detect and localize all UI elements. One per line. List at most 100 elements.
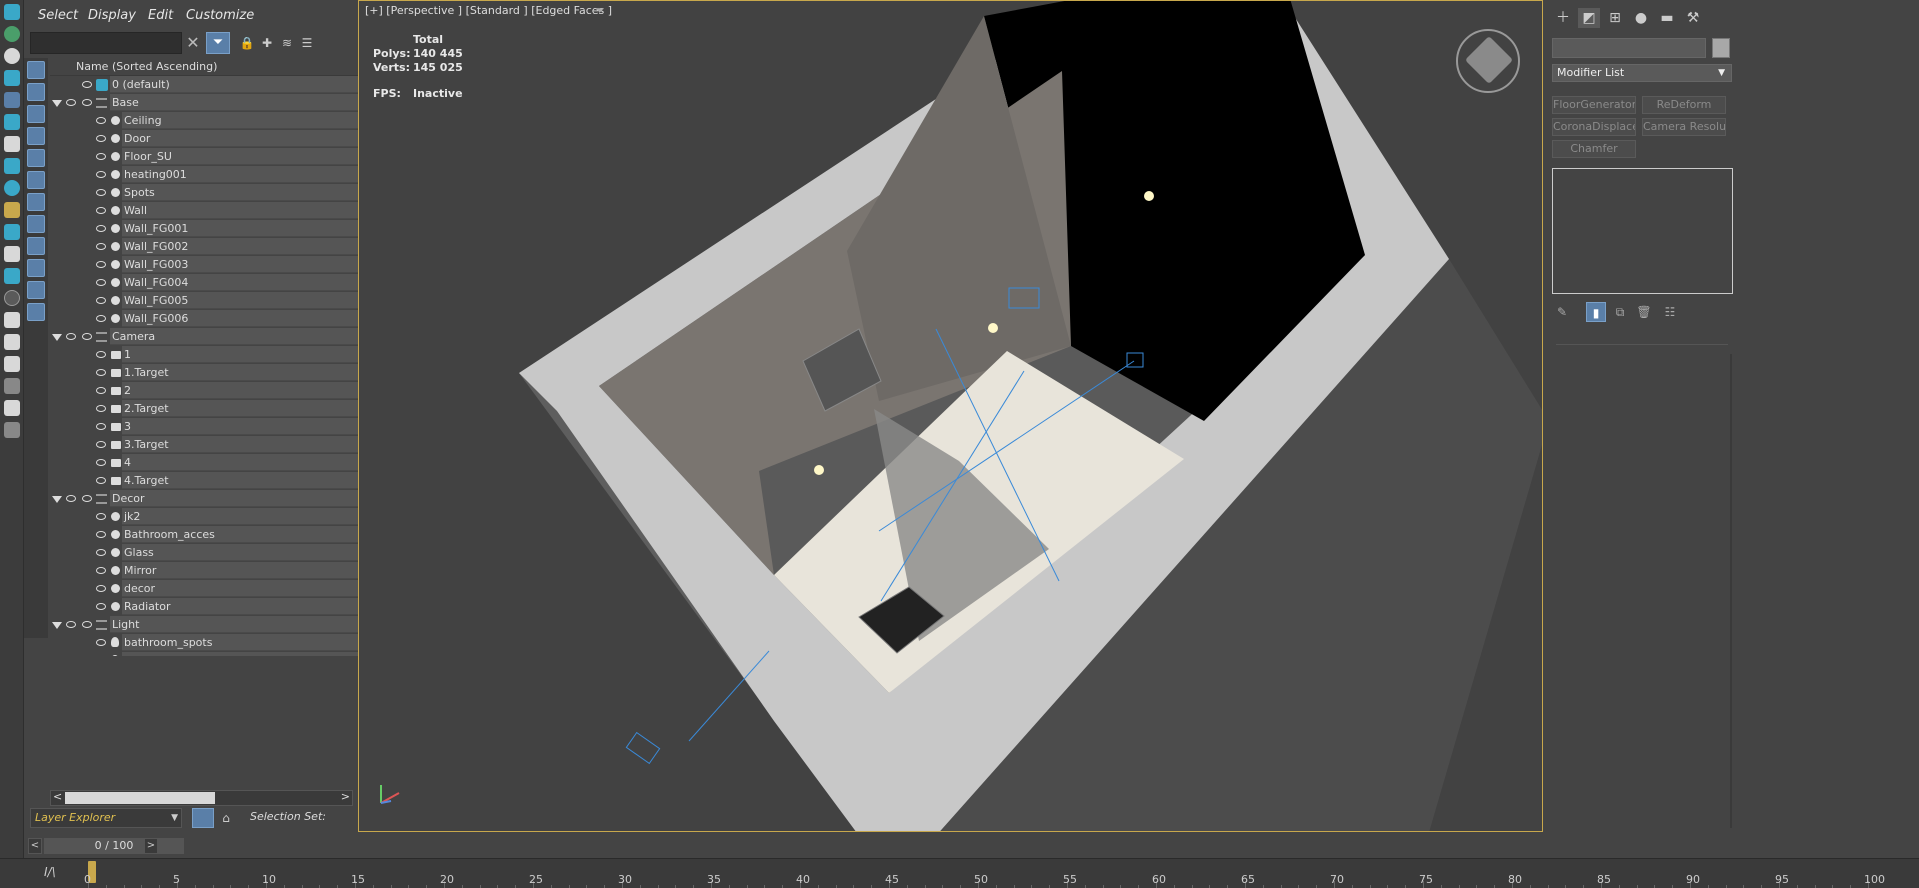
visibility-eye-icon[interactable] (96, 171, 106, 178)
coronadisplacement-button[interactable]: CoronaDisplaceme (1552, 118, 1636, 136)
clear-search-icon[interactable]: ✕ (182, 32, 204, 54)
tree-row[interactable]: bathroom_spots001 (50, 652, 378, 656)
viewcube-face[interactable] (1464, 35, 1514, 85)
visibility-eye-icon[interactable] (96, 585, 106, 592)
visibility-eye-icon[interactable] (96, 549, 106, 556)
visibility-eye-icon[interactable] (96, 369, 106, 376)
visibility-eye-icon[interactable] (96, 513, 106, 520)
perspective-viewport[interactable]: [+] [Perspective ] [Standard ] [Edged Fa… (358, 0, 1543, 832)
redeform-button[interactable]: ReDeform (1642, 96, 1726, 114)
tree-row[interactable]: 3.Target (50, 436, 378, 454)
filter-icon[interactable] (3, 400, 20, 416)
visibility-eye-icon[interactable] (66, 621, 76, 628)
display-containers-icon[interactable] (27, 259, 45, 277)
create-tab-icon[interactable]: ＋ (1552, 8, 1574, 28)
menu-edit[interactable]: Edit (148, 8, 173, 23)
file-icon[interactable] (3, 356, 20, 372)
tree-row[interactable]: 1 (50, 346, 378, 364)
visibility-eye-icon[interactable] (66, 495, 76, 502)
frame-counter[interactable]: 0 / 100 (44, 838, 184, 854)
tree-row[interactable]: 4 (50, 454, 378, 472)
hidden-icon[interactable] (3, 268, 20, 284)
camera-icon[interactable] (3, 70, 20, 86)
menu-customize[interactable]: Customize (186, 8, 254, 23)
visibility-eye-icon[interactable] (96, 639, 106, 646)
visibility-eye-icon[interactable] (96, 423, 106, 430)
track-bar[interactable]: I/\ 0 5 10 15 20 25 30 35 40 45 50 55 60 65 70 75 80 85 90… (0, 858, 1919, 888)
help-icon[interactable] (3, 290, 20, 306)
display-helpers-icon[interactable] (27, 149, 45, 167)
visibility-eye-icon[interactable] (96, 531, 106, 538)
group-icon[interactable] (3, 202, 20, 218)
display-lights-icon[interactable] (27, 105, 45, 123)
object-name-field[interactable] (1552, 38, 1706, 58)
modifier-stack[interactable] (1552, 168, 1733, 294)
layer-row[interactable]: Decor (50, 490, 378, 508)
tree-row[interactable]: decor (50, 580, 378, 598)
camera-resolution-button[interactable]: Camera Resolutio (1642, 118, 1726, 136)
visibility-eye-icon[interactable] (96, 207, 106, 214)
prev-frame-button[interactable]: < (28, 838, 42, 854)
bone-icon[interactable] (3, 158, 20, 174)
filter-plus-icon[interactable] (3, 378, 20, 394)
visibility-eye-icon[interactable] (96, 261, 106, 268)
layer-mode-button[interactable] (192, 808, 214, 828)
tree-row[interactable]: Spots (50, 184, 378, 202)
scroll-left-icon[interactable]: < (53, 790, 62, 803)
visibility-eye-icon[interactable] (96, 279, 106, 286)
next-frame-button[interactable]: > (144, 838, 158, 854)
visibility-eye-icon[interactable] (96, 477, 106, 484)
page-icon[interactable] (3, 334, 20, 350)
remove-modifier-icon[interactable]: 🗑 (1634, 302, 1654, 322)
viewcube-icon[interactable] (1456, 29, 1520, 93)
tree-row[interactable]: Radiator (50, 598, 378, 616)
tree-row[interactable]: jk2 (50, 508, 378, 526)
hierarchy-icon[interactable]: ☰ (298, 34, 316, 52)
spacewarp-icon[interactable] (3, 114, 20, 130)
tree-row[interactable]: Wall_FG004 (50, 274, 378, 292)
layer-row[interactable]: Base (50, 94, 378, 112)
scroll-thumb[interactable] (65, 792, 215, 804)
scroll-right-icon[interactable]: > (341, 790, 350, 803)
floorgenerator-button[interactable]: FloorGenerator (1552, 96, 1636, 114)
utilities-tab-icon[interactable]: ⚒ (1682, 8, 1704, 28)
filter-toggle-button[interactable]: ⏷ (206, 32, 230, 54)
document-icon[interactable] (3, 312, 20, 328)
layer-row[interactable]: Light (50, 616, 378, 634)
horizontal-scrollbar[interactable]: < > (50, 790, 353, 806)
visibility-eye-icon[interactable] (96, 225, 106, 232)
tree-row[interactable]: Wall_FG006 (50, 310, 378, 328)
viewport-filter-icon[interactable]: ⏷ (595, 3, 605, 18)
tree-row[interactable]: Floor_SU (50, 148, 378, 166)
display-shapes-icon[interactable] (27, 83, 45, 101)
tree-row[interactable]: Door (50, 130, 378, 148)
show-end-result-icon[interactable]: ▮ (1586, 302, 1606, 322)
tree-row[interactable]: Wall_FG005 (50, 292, 378, 310)
tree-row[interactable]: 0 (default) (50, 76, 378, 94)
visibility-eye-icon[interactable] (82, 333, 92, 340)
add-layer-icon[interactable]: ✚ (258, 34, 276, 52)
visibility-eye-icon[interactable] (66, 333, 76, 340)
scene-tree[interactable]: Name (Sorted Ascending) 0 (default) Base C… (50, 58, 378, 656)
systems-icon[interactable] (3, 136, 20, 152)
menu-display[interactable]: Display (88, 8, 136, 23)
visibility-eye-icon[interactable] (82, 495, 92, 502)
visibility-eye-icon[interactable] (96, 297, 106, 304)
explorer-type-dropdown[interactable]: Layer Explorer ▼ (30, 808, 182, 828)
make-unique-icon[interactable]: ⧉ (1610, 302, 1630, 322)
tree-row[interactable]: heating001 (50, 166, 378, 184)
visibility-eye-icon[interactable] (66, 99, 76, 106)
tree-row[interactable]: 4.Target (50, 472, 378, 490)
display-tab-icon[interactable]: ▬ (1656, 8, 1678, 28)
visibility-eye-icon[interactable] (96, 405, 106, 412)
tree-row[interactable]: Wall_FG002 (50, 238, 378, 256)
panel-scrollbar[interactable] (1730, 354, 1732, 828)
display-bones-icon[interactable] (27, 237, 45, 255)
display-groups-icon[interactable] (27, 193, 45, 211)
tree-row[interactable]: 2 (50, 382, 378, 400)
tree-row[interactable]: Ceiling (50, 112, 378, 130)
display-cameras-icon[interactable] (27, 127, 45, 145)
xref-icon[interactable] (3, 180, 20, 196)
layer-row[interactable]: Camera (50, 328, 378, 346)
visibility-eye-icon[interactable] (96, 153, 106, 160)
